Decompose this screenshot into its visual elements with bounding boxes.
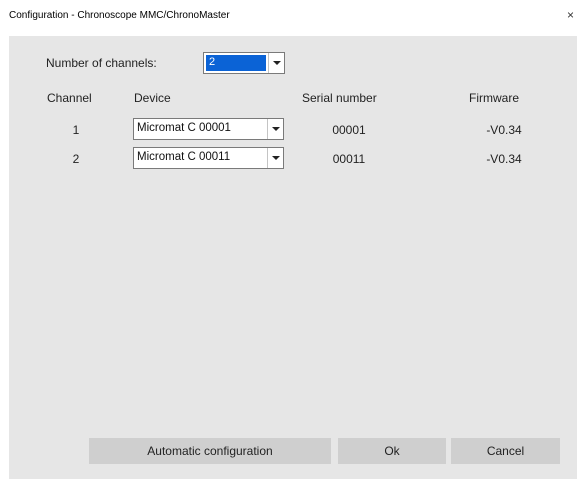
- row-1-device-value: Micromat C 00001: [137, 122, 231, 134]
- number-of-channels-value: 2: [209, 56, 216, 68]
- ok-button[interactable]: Ok: [338, 438, 446, 464]
- row-1-channel: 1: [72, 123, 80, 137]
- dialog-body: Number of channels: 2 Channel Device Ser…: [9, 36, 577, 479]
- chevron-down-icon[interactable]: [267, 148, 283, 168]
- row-2-serial: 00011: [332, 152, 366, 166]
- row-1-firmware: -V0.34: [486, 123, 522, 137]
- row-2-firmware: -V0.34: [486, 152, 522, 166]
- row-1-serial: 00001: [332, 123, 366, 137]
- cancel-button[interactable]: Cancel: [451, 438, 560, 464]
- chevron-down-icon[interactable]: [267, 119, 283, 139]
- number-of-channels-select[interactable]: 2: [203, 52, 285, 74]
- title-bar: Configuration - Chronoscope MMC/ChronoMa…: [0, 0, 577, 36]
- row-1-device-select[interactable]: Micromat C 00001: [133, 118, 284, 140]
- window-bottom-edge: [0, 479, 577, 493]
- header-firmware: Firmware: [469, 91, 519, 105]
- header-serial-number: Serial number: [302, 91, 377, 105]
- row-2-channel: 2: [72, 152, 80, 166]
- close-icon[interactable]: ×: [567, 8, 577, 22]
- header-device: Device: [134, 91, 171, 105]
- header-channel: Channel: [47, 91, 92, 105]
- row-2-device-select[interactable]: Micromat C 00011: [133, 147, 284, 169]
- window-title: Configuration - Chronoscope MMC/ChronoMa…: [9, 10, 230, 21]
- chevron-down-icon[interactable]: [268, 53, 284, 73]
- number-of-channels-label: Number of channels:: [46, 56, 157, 70]
- row-2-device-value: Micromat C 00011: [137, 151, 231, 163]
- automatic-configuration-button[interactable]: Automatic configuration: [89, 438, 331, 464]
- configuration-dialog: Configuration - Chronoscope MMC/ChronoMa…: [0, 0, 577, 493]
